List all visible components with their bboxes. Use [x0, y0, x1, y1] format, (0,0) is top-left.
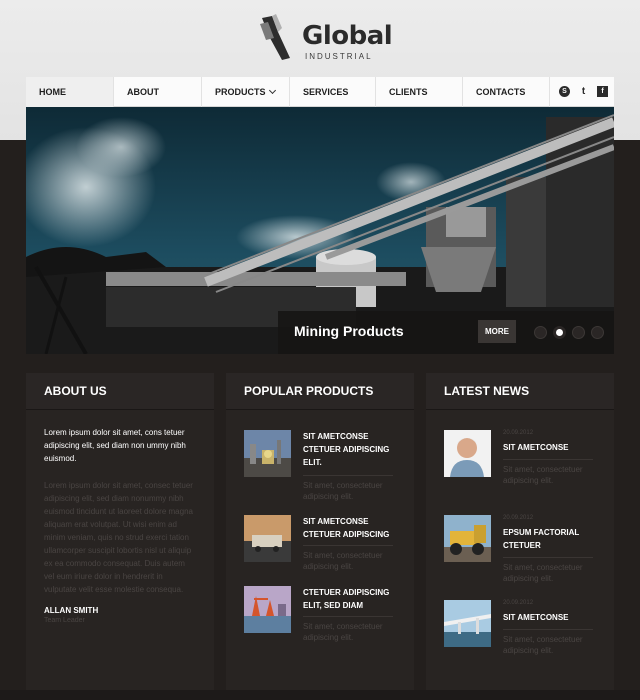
nav-item-clients[interactable]: CLIENTS [376, 77, 463, 107]
nav-item-products[interactable]: PRODUCTS [202, 77, 290, 107]
about-author-name: ALLAN SMITH [44, 606, 99, 615]
about-section: ABOUT US Lorem ipsum dolor sit amet, con… [26, 373, 214, 693]
product-item[interactable]: SIT AMETCONSE CTETUER ADIPISCING Sit ame… [244, 515, 399, 575]
nav-item-label: CONTACTS [476, 87, 526, 97]
product-text: Sit amet, consectetuer adipiscing elit. [303, 622, 383, 642]
hero-caption: Mining Products MORE [278, 311, 614, 354]
news-item[interactable]: 20.09.2012 SIT AMETCONSE Sit amet, conse… [444, 600, 599, 660]
product-thumbnail[interactable] [244, 515, 291, 562]
nav-item-label: ABOUT [127, 87, 159, 97]
divider [303, 475, 393, 476]
divider [303, 616, 393, 617]
more-button[interactable]: MORE [478, 320, 516, 343]
news-text: Sit amet, consectetuer adipiscing elit. [503, 563, 583, 583]
news-text: Sit amet, consectetuer adipiscing elit. [503, 465, 583, 485]
about-lead: Lorem ipsum dolor sit amet, cons tetuer … [44, 428, 186, 463]
logo-mark-icon [260, 14, 290, 60]
slider-pagination [534, 326, 604, 339]
nav-item-label: HOME [39, 87, 66, 97]
about-heading: ABOUT US [26, 373, 214, 410]
about-text: Lorem ipsum dolor sit amet, consec tetue… [44, 481, 193, 594]
about-body: Lorem ipsum dolor sit amet, cons tetuer … [26, 410, 214, 693]
news-date: 20.09.2012 [503, 430, 534, 436]
news-date: 20.09.2012 [503, 515, 534, 521]
logo-subtitle: INDUSTRIAL [305, 52, 373, 61]
product-text: Sit amet, consectetuer adipiscing elit. [303, 481, 383, 501]
news-date: 20.09.2012 [503, 600, 534, 606]
hero-title: Mining Products [294, 323, 404, 339]
product-thumbnail[interactable] [244, 586, 291, 633]
slider-dot[interactable] [591, 326, 604, 339]
slider-dot[interactable] [534, 326, 547, 339]
slider-dot-active[interactable] [553, 326, 566, 339]
popular-products-section: POPULAR PRODUCTS SIT AMETCONSE CTETUER A… [226, 373, 414, 693]
slider-dot[interactable] [572, 326, 585, 339]
product-thumbnail[interactable] [244, 430, 291, 477]
news-thumbnail[interactable] [444, 515, 491, 562]
divider [303, 545, 393, 546]
news-title[interactable]: SIT AMETCONSE [503, 441, 599, 454]
divider [503, 459, 593, 460]
divider [503, 629, 593, 630]
news-item[interactable]: 20.09.2012 EPSUM FACTORIAL CTETUER Sit a… [444, 515, 599, 583]
nav-item-label: SERVICES [303, 87, 349, 97]
stumbleupon-icon[interactable]: S [559, 86, 570, 97]
news-title[interactable]: EPSUM FACTORIAL CTETUER [503, 526, 599, 552]
nav-item-label: CLIENTS [389, 87, 428, 97]
twitter-icon[interactable]: t [578, 86, 589, 97]
news-heading: LATEST NEWS [426, 373, 614, 410]
nav-item-label: PRODUCTS [215, 87, 266, 97]
news-body: 20.09.2012 SIT AMETCONSE Sit amet, conse… [426, 410, 614, 693]
hero-slider: Mining Products MORE [26, 107, 614, 354]
nav-item-about[interactable]: ABOUT [114, 77, 202, 107]
logo-title: Global [302, 21, 393, 51]
news-title[interactable]: SIT AMETCONSE [503, 611, 599, 624]
news-text: Sit amet, consectetuer adipiscing elit. [503, 635, 583, 655]
about-author-role: Team Leader [44, 617, 85, 624]
news-thumbnail[interactable] [444, 430, 491, 477]
latest-news-section: LATEST NEWS 20.09.2012 SIT AMETCONSE Sit… [426, 373, 614, 693]
footer-bar [0, 690, 640, 700]
product-text: Sit amet, consectetuer adipiscing elit. [303, 551, 383, 571]
social-links: S t f [550, 77, 614, 106]
news-item[interactable]: 20.09.2012 SIT AMETCONSE Sit amet, conse… [444, 430, 599, 490]
product-item[interactable]: CTETUER ADIPISCING ELIT, SED DIAM Sit am… [244, 586, 399, 646]
news-thumbnail[interactable] [444, 600, 491, 647]
product-title[interactable]: SIT AMETCONSE CTETUER ADIPISCING [303, 515, 399, 541]
main-nav: HOME ABOUT PRODUCTS SERVICES CLIENTS CON… [26, 77, 614, 107]
product-title[interactable]: CTETUER ADIPISCING ELIT, SED DIAM [303, 586, 399, 612]
facebook-icon[interactable]: f [597, 86, 608, 97]
nav-item-services[interactable]: SERVICES [290, 77, 376, 107]
divider [503, 557, 593, 558]
products-body: SIT AMETCONSE CTETUER ADIPISCING ELIT. S… [226, 410, 414, 693]
chevron-down-icon [268, 86, 277, 95]
products-heading: POPULAR PRODUCTS [226, 373, 414, 410]
site-logo[interactable]: Global INDUSTRIAL [256, 14, 393, 64]
product-item[interactable]: SIT AMETCONSE CTETUER ADIPISCING ELIT. S… [244, 430, 399, 501]
nav-item-home[interactable]: HOME [26, 77, 114, 107]
nav-item-contacts[interactable]: CONTACTS [463, 77, 550, 107]
product-title[interactable]: SIT AMETCONSE CTETUER ADIPISCING ELIT. [303, 430, 399, 469]
